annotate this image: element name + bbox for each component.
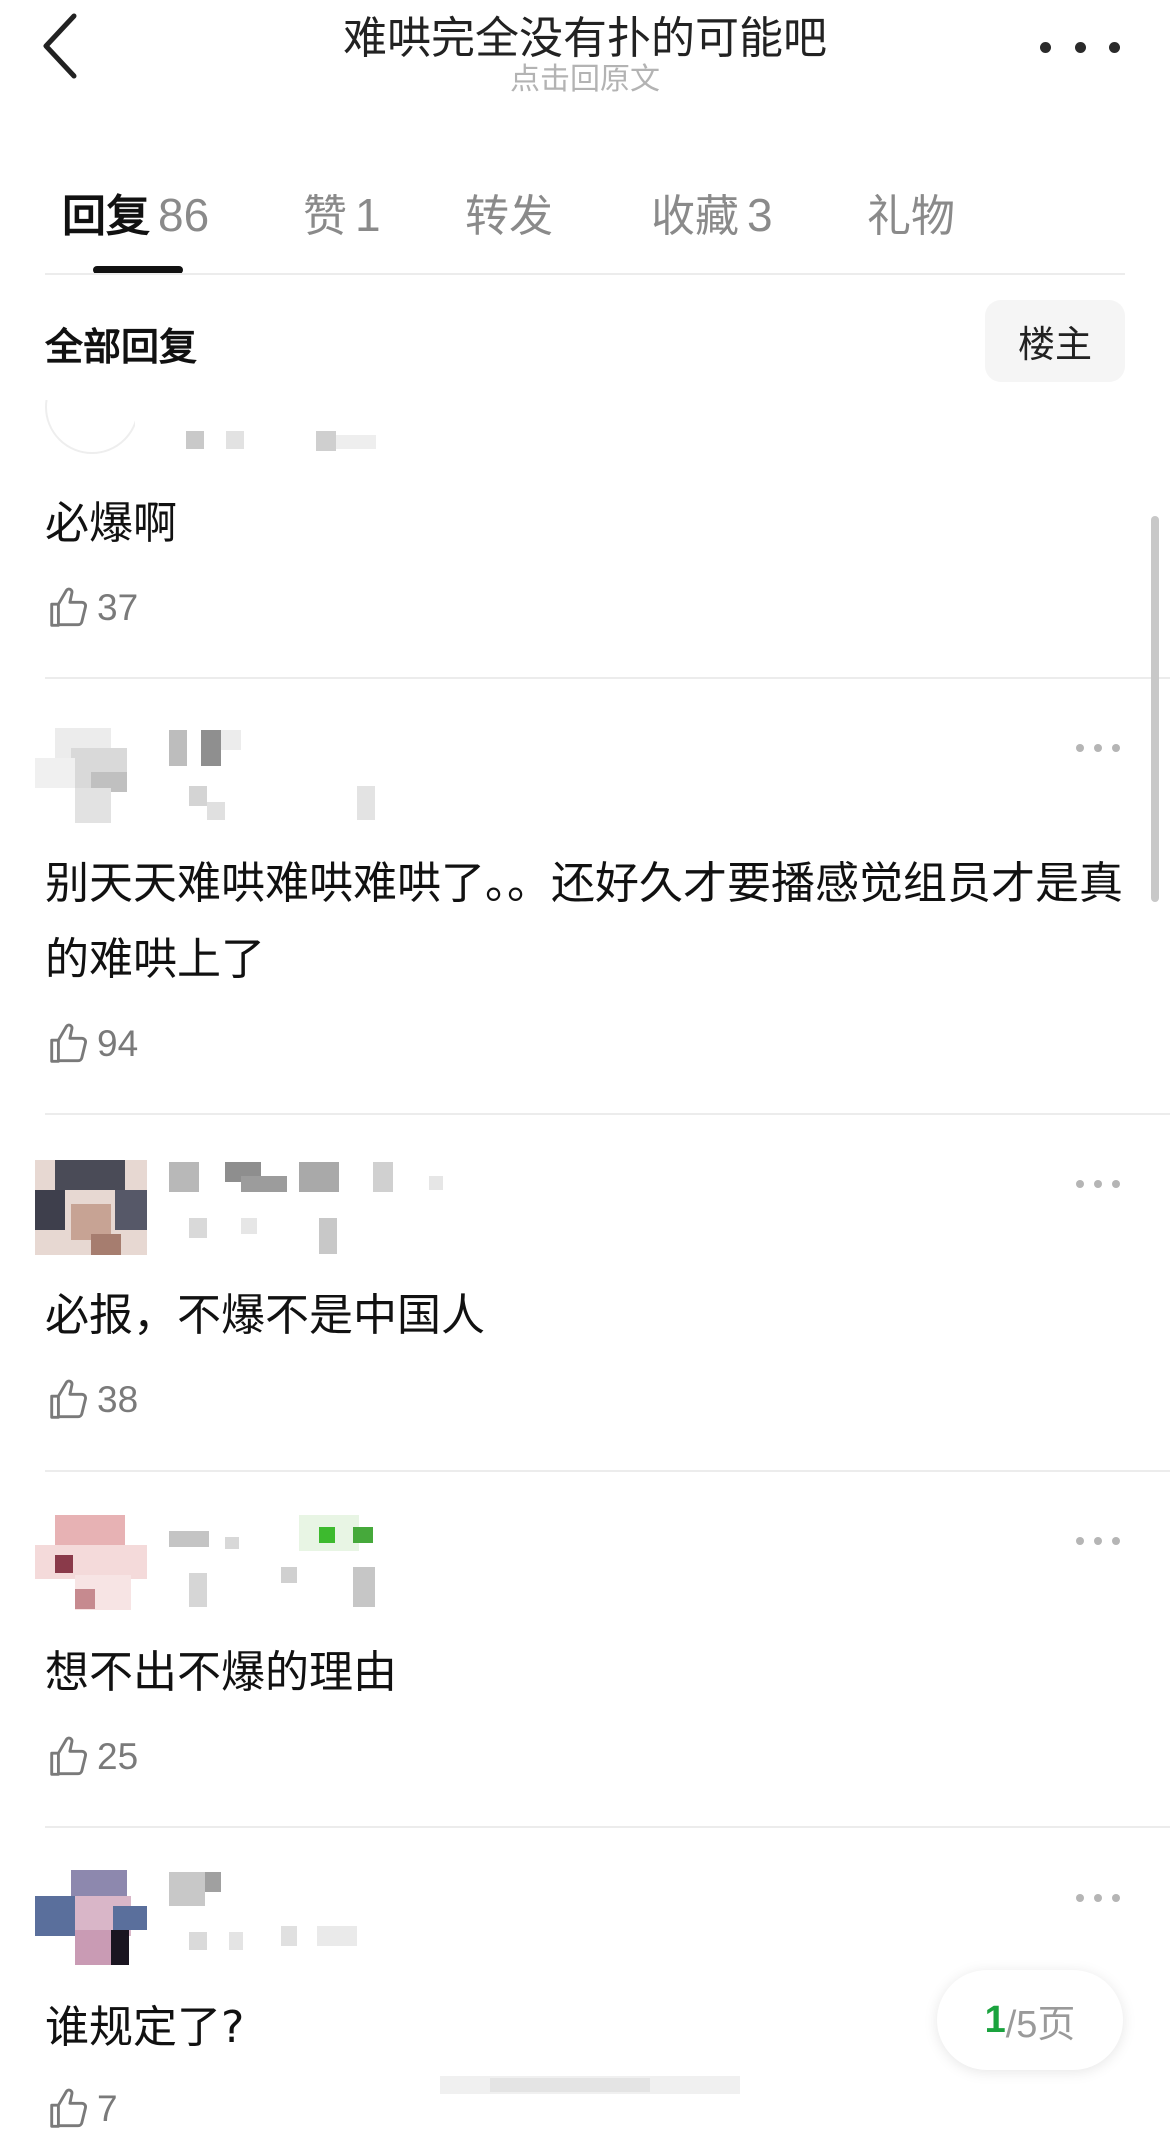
more-horizontal-icon (1076, 1180, 1084, 1188)
user-info-masked (165, 728, 405, 823)
tab-likes[interactable]: 赞1 (303, 180, 381, 244)
current-page: 1 (984, 1998, 1006, 2041)
comment-divider (45, 677, 1170, 679)
more-horizontal-icon (1040, 41, 1051, 53)
avatar[interactable] (35, 1515, 147, 1610)
like-button[interactable]: 38 (45, 1376, 138, 1424)
page-indicator[interactable]: 1/5页 (937, 1970, 1123, 2070)
avatar[interactable] (35, 1160, 147, 1255)
tab-reposts[interactable]: 转发 (465, 180, 553, 244)
scrollbar[interactable] (1151, 516, 1159, 902)
user-info-masked (165, 1160, 465, 1255)
op-only-button[interactable]: 楼主 (985, 300, 1125, 382)
thumbs-up-icon (50, 1023, 87, 1063)
user-info-masked (165, 1515, 405, 1610)
tab-label: 赞 (303, 191, 347, 242)
thumbs-up-icon (50, 2088, 87, 2128)
like-count: 25 (97, 1736, 139, 1777)
thumbs-up-icon (50, 587, 87, 627)
thumbs-up-icon (50, 1736, 87, 1776)
tab-label: 回复 (62, 191, 150, 242)
user-info-masked (165, 1870, 405, 1965)
more-horizontal-icon (1076, 1537, 1084, 1545)
comment-more-button[interactable] (1076, 1178, 1120, 1190)
comment-content: 必报，不爆不是中国人 (45, 1290, 485, 1341)
like-button[interactable]: 7 (45, 2085, 118, 2133)
more-horizontal-icon (1076, 744, 1084, 752)
comment-more-button[interactable] (1076, 1535, 1120, 1547)
comment-content: 别天天难哄难哄难哄了。。还好久才要播感觉组员才是真的难哄上了 (45, 858, 1123, 985)
tab-label: 礼物 (867, 191, 955, 242)
like-count: 37 (97, 587, 139, 628)
tab-favorites[interactable]: 收藏 3 (651, 180, 773, 244)
username-masked (130, 425, 390, 455)
page-total: /5页 (1005, 2003, 1076, 2046)
comment-content: 必爆啊 (45, 498, 177, 549)
avatar[interactable] (35, 1870, 147, 1965)
more-options-button[interactable] (1040, 22, 1120, 72)
like-button[interactable]: 25 (45, 1733, 138, 1781)
more-horizontal-icon (1076, 1894, 1084, 1902)
like-count: 94 (97, 1023, 139, 1064)
comment-divider (45, 1826, 1170, 1828)
tab-gifts[interactable]: 礼物 (867, 180, 955, 244)
tab-count: 86 (158, 189, 210, 241)
comment-content: 想不出不爆的理由 (45, 1647, 397, 1698)
section-title: 全部回复 (45, 325, 198, 369)
thumbs-up-icon (50, 1379, 87, 1419)
like-button[interactable]: 94 (45, 1020, 138, 1068)
comment-more-button[interactable] (1076, 742, 1120, 754)
tab-count: 1 (355, 189, 381, 241)
comment-divider (45, 1113, 1170, 1115)
tab-label: 收藏 (651, 191, 739, 242)
view-original-link[interactable]: 点击回原文 (0, 54, 1170, 98)
tabs-divider (45, 273, 1125, 275)
tab-count: 3 (747, 189, 773, 241)
avatar[interactable] (35, 728, 147, 823)
like-count: 7 (97, 2088, 118, 2129)
comment-more-button[interactable] (1076, 1892, 1120, 1904)
like-button[interactable]: 37 (45, 584, 138, 632)
like-count: 38 (97, 1379, 139, 1420)
comment-divider (45, 1470, 1170, 1472)
tab-replies[interactable]: 回复 86 (62, 180, 209, 244)
avatar[interactable] (45, 400, 135, 462)
watermark (440, 2072, 740, 2098)
tab-label: 转发 (465, 191, 553, 242)
